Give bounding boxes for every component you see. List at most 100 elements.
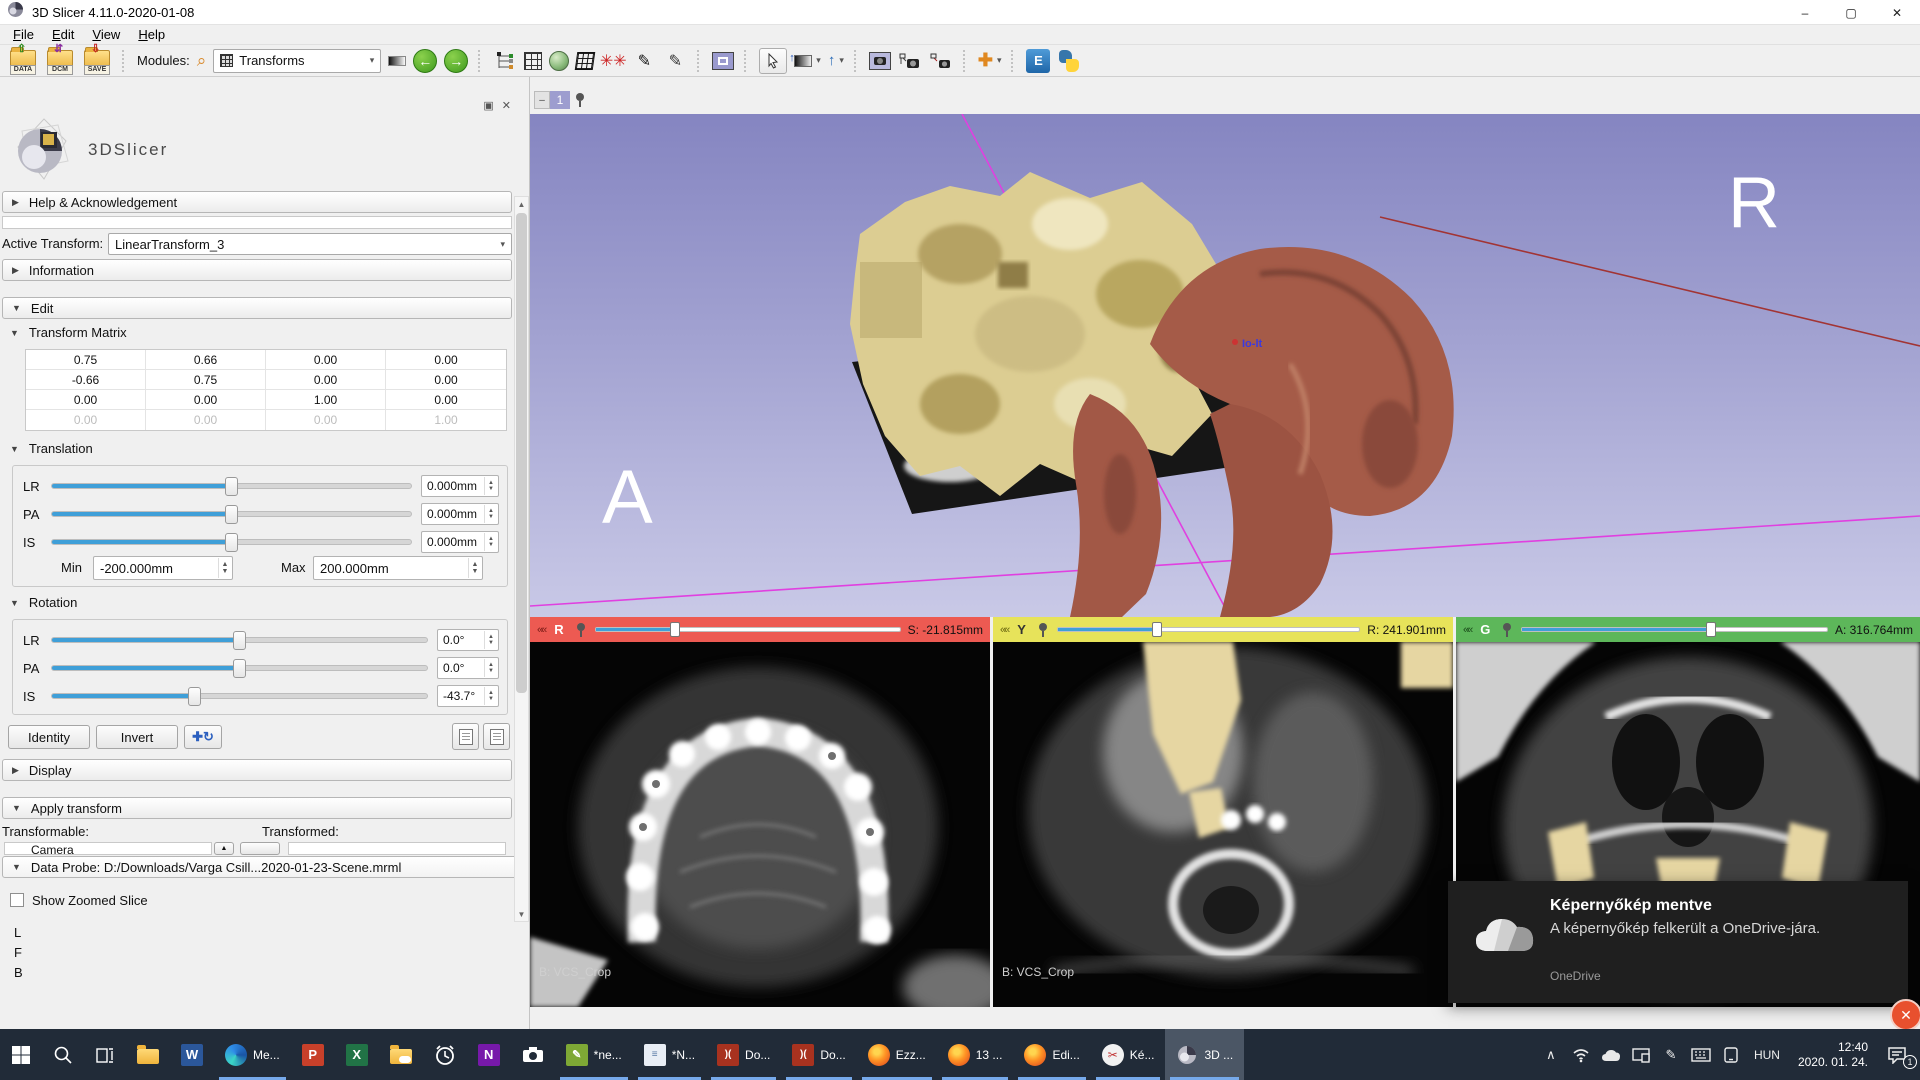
snipping-tool-button[interactable]: ✂Ké... — [1091, 1029, 1166, 1080]
screenshot-button[interactable] — [869, 52, 891, 70]
spinner-arrows[interactable]: ▲▼ — [484, 477, 497, 495]
scene-view-capture-icon[interactable] — [898, 49, 922, 73]
invert-button[interactable]: Invert — [96, 725, 178, 749]
tablet-mode-icon[interactable] — [1718, 1035, 1744, 1075]
yellow-slice-image[interactable] — [993, 642, 1453, 1007]
yellow-slice-view[interactable]: «« Y R: 241.901mm B: VCS_Crop — [993, 617, 1453, 1007]
max-spinbox[interactable]: 200.000mm▲▼ — [313, 556, 483, 580]
onedrive-folder-button[interactable] — [379, 1029, 423, 1080]
paste-transform-button[interactable] — [483, 723, 510, 750]
taskbar-clock[interactable]: 12:40 2020. 01. 24. — [1790, 1040, 1876, 1070]
pin-icon[interactable] — [573, 91, 587, 109]
pin-icon[interactable] — [574, 621, 588, 639]
pa-rotation-value[interactable]: 0.0°▲▼ — [437, 657, 499, 679]
lr-translation-slider[interactable] — [51, 483, 412, 489]
show-zoomed-slice-checkbox[interactable] — [10, 893, 24, 907]
models-module-icon[interactable] — [549, 51, 569, 71]
menu-help[interactable]: Help — [131, 26, 172, 43]
collapse-bar-icon[interactable]: «« — [537, 624, 545, 636]
collapse-view-button[interactable]: – — [534, 91, 550, 109]
green-slice-slider[interactable] — [1521, 627, 1828, 632]
scrollbar-thumb[interactable] — [516, 213, 527, 693]
onenote-button[interactable]: N — [467, 1029, 511, 1080]
move-item-button[interactable] — [240, 842, 280, 855]
forward-button[interactable]: → — [444, 49, 468, 73]
language-indicator[interactable]: HUN — [1748, 1035, 1786, 1075]
red-slice-slider[interactable] — [595, 627, 901, 632]
display-section[interactable]: ▶ Display — [2, 759, 512, 781]
start-button[interactable] — [0, 1029, 42, 1080]
app-dc-button-2[interactable]: )(Do... — [781, 1029, 856, 1080]
firefox-button-3[interactable]: Edi... — [1013, 1029, 1090, 1080]
rotation-section[interactable]: ▼ Rotation — [10, 595, 77, 610]
overlay-close-button[interactable]: ✕ — [1890, 999, 1920, 1031]
alarms-button[interactable] — [423, 1029, 467, 1080]
notepad-button[interactable]: ≡*N... — [633, 1029, 706, 1080]
edit-section[interactable]: ▼ Edit — [2, 297, 512, 319]
list-scroll-up-button[interactable]: ▲ — [214, 842, 234, 855]
is-rotation-slider[interactable] — [51, 693, 428, 699]
transformed-list[interactable] — [288, 842, 506, 855]
back-button[interactable]: ← — [413, 49, 437, 73]
spinner-arrows[interactable]: ▲▼ — [484, 505, 497, 523]
minimize-button[interactable]: – — [1782, 0, 1828, 25]
action-center-button[interactable]: 1 — [1880, 1035, 1914, 1075]
pa-translation-value[interactable]: 0.000mm▲▼ — [421, 503, 499, 525]
spinner-arrows[interactable]: ▲▼ — [484, 687, 497, 705]
split-transform-button[interactable]: ✚↻ — [184, 725, 222, 749]
transformable-list[interactable]: Camera — [4, 842, 212, 855]
taskbar-search-button[interactable] — [42, 1029, 84, 1080]
cast-icon[interactable] — [1628, 1035, 1654, 1075]
module-search-icon[interactable]: ⌕ — [197, 53, 207, 69]
red-slice-view[interactable]: «« R S: -21.815mm B: VCS_Crop — [530, 617, 990, 1007]
close-panel-button[interactable]: ✕ — [502, 99, 511, 112]
onedrive-notification[interactable]: Képernyőkép mentve A képernyőkép felkerü… — [1448, 881, 1908, 1003]
load-data-button[interactable]: ⇧DATA — [8, 47, 38, 75]
menu-view[interactable]: View — [85, 26, 127, 43]
chevron-down-icon[interactable]: ▾ — [839, 55, 844, 66]
onedrive-tray-icon[interactable] — [1598, 1035, 1624, 1075]
data-probe-section[interactable]: ▼ Data Probe: D:/Downloads/Varga Csill..… — [2, 856, 528, 878]
pin-icon[interactable] — [1500, 621, 1514, 639]
chevron-down-icon[interactable]: ▾ — [816, 55, 821, 66]
markups-module-icon[interactable]: ✳✳ — [601, 49, 625, 73]
scroll-down-arrow[interactable]: ▼ — [515, 907, 528, 921]
is-translation-slider[interactable] — [51, 539, 412, 545]
transform-matrix-section[interactable]: ▼ Transform Matrix — [10, 325, 127, 340]
data-module-icon[interactable] — [524, 52, 542, 70]
undock-panel-button[interactable]: ▣ — [483, 99, 493, 112]
editor-module-icon[interactable]: ✎ — [632, 49, 656, 73]
menu-edit[interactable]: Edit — [45, 26, 81, 43]
spinner-arrows[interactable]: ▲▼ — [484, 631, 497, 649]
layout-selector-icon[interactable] — [712, 52, 734, 70]
is-rotation-value[interactable]: -43.7°▲▼ — [437, 685, 499, 707]
firefox-button-2[interactable]: 13 ... — [937, 1029, 1014, 1080]
lr-translation-value[interactable]: 0.000mm▲▼ — [421, 475, 499, 497]
pen-icon[interactable]: ✎ — [1658, 1035, 1684, 1075]
pa-rotation-slider[interactable] — [51, 665, 428, 671]
lr-rotation-value[interactable]: 0.0°▲▼ — [437, 629, 499, 651]
scene-view-restore-icon[interactable] — [929, 49, 953, 73]
spinner-arrows[interactable]: ▲▼ — [484, 533, 497, 551]
place-ruler-icon[interactable]: ↑ — [828, 52, 836, 69]
is-translation-value[interactable]: 0.000mm▲▼ — [421, 531, 499, 553]
collapse-bar-icon[interactable]: «« — [1000, 624, 1008, 636]
scroll-up-arrow[interactable]: ▲ — [515, 197, 528, 211]
view3d[interactable]: R A Io-lt — [530, 114, 1920, 617]
mouse-interaction-button[interactable] — [759, 48, 787, 74]
red-slice-image[interactable] — [530, 642, 990, 1007]
transforms-module-icon[interactable] — [575, 52, 596, 70]
active-transform-selector[interactable]: LinearTransform_3 ▾ — [108, 233, 512, 255]
transform-matrix-table[interactable]: 0.750.660.000.00 -0.660.750.000.00 0.000… — [25, 349, 507, 431]
load-dicom-button[interactable]: ⇵DCM — [45, 47, 75, 75]
maximize-button[interactable]: ▢ — [1828, 0, 1874, 25]
lr-rotation-slider[interactable] — [51, 637, 428, 643]
module-history-icon[interactable] — [388, 56, 406, 66]
camera-button[interactable] — [511, 1029, 555, 1080]
apply-transform-section[interactable]: ▼ Apply transform — [2, 797, 512, 819]
python-console-icon[interactable] — [1057, 49, 1081, 73]
pin-icon[interactable] — [1036, 621, 1050, 639]
min-spinbox[interactable]: -200.000mm▲▼ — [93, 556, 233, 580]
chevron-down-icon[interactable]: ▾ — [997, 55, 1002, 66]
slicer-taskbar-button[interactable]: 3D ... — [1165, 1029, 1244, 1080]
